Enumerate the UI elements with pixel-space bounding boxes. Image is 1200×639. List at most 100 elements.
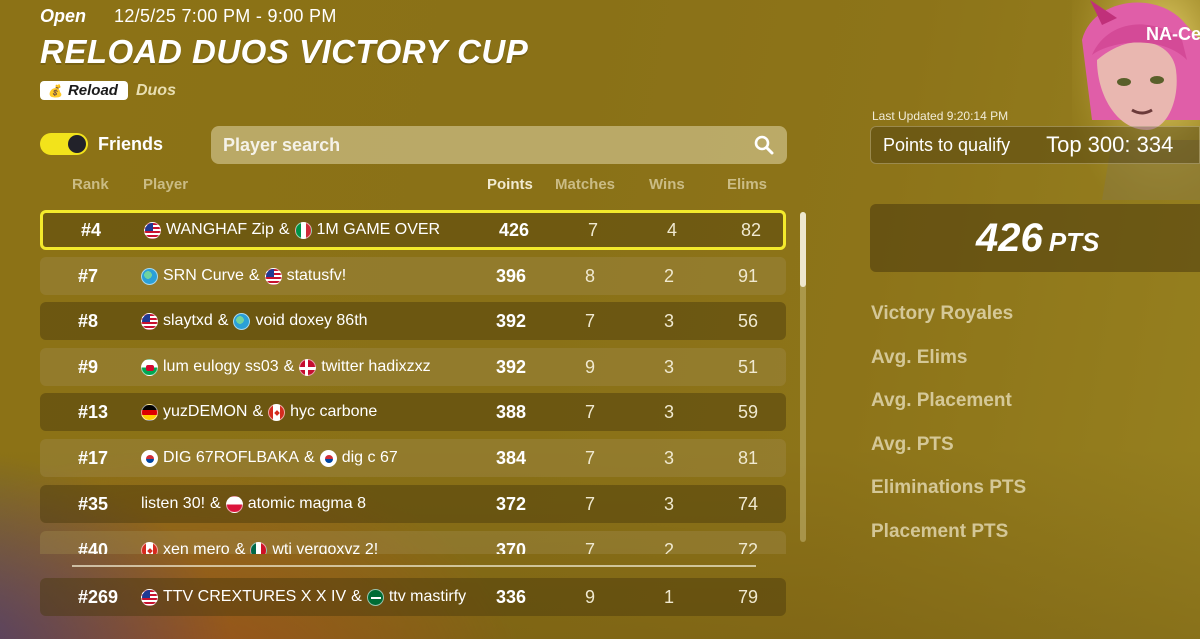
row-points: 370	[495, 539, 527, 555]
team-joiner: &	[234, 541, 246, 554]
scrollbar-thumb[interactable]	[800, 212, 806, 287]
row-points: 392	[495, 310, 527, 331]
table-row[interactable]: #9 lum eulogy ss03 & twitter hadixzxz 39…	[40, 348, 786, 386]
flag-de-icon	[141, 403, 158, 421]
row-rank: #9	[78, 356, 99, 377]
team-joiner: &	[248, 267, 260, 284]
row-rank: #35	[78, 493, 109, 514]
search-icon[interactable]	[753, 134, 775, 156]
table-row[interactable]: #8 slaytxd & void doxey 86th 392 7 3 56	[40, 302, 786, 340]
row-matches: 7	[584, 310, 595, 331]
row-points: 388	[495, 401, 527, 422]
row-wins: 2	[663, 539, 674, 555]
row-wins: 4	[666, 219, 677, 240]
row-elims: 56	[737, 310, 759, 331]
header-wins[interactable]: Wins	[649, 176, 685, 193]
player-2-name: 1M GAME OVER	[316, 221, 441, 238]
team-joiner: &	[283, 358, 295, 375]
row-matches: 8	[584, 265, 595, 286]
own-team-row[interactable]: #269 TTV CREXTURES X X IV & ttv mastirfy…	[40, 578, 786, 616]
player-2-name: statusfv!	[286, 267, 347, 284]
stat-victory-royales: Victory Royales	[871, 303, 1014, 324]
stat-eliminations-pts: Eliminations PTS	[871, 477, 1027, 499]
table-row[interactable]: #17 DIG 67ROFLBAKA & dig c 67 384 7 3 81	[40, 439, 786, 477]
flag-ca-icon	[141, 541, 158, 554]
row-elims: 79	[737, 586, 759, 607]
row-players: listen 30! & atomic magma 8	[141, 485, 366, 523]
event-datetime: 12/5/25 7:00 PM - 9:00 PM	[114, 6, 337, 26]
table-row[interactable]: #13 yuzDEMON & hyc carbone 388 7 3 59	[40, 393, 786, 431]
leaderboard-scrollbar[interactable]	[800, 212, 806, 542]
last-updated: Last Updated 9:20:14 PM	[872, 109, 1009, 123]
row-players: slaytxd & void doxey 86th	[141, 302, 368, 340]
flag-ca-icon	[268, 403, 286, 421]
row-matches: 9	[584, 356, 595, 377]
header-points[interactable]: Points	[487, 176, 533, 193]
team-joiner: &	[210, 495, 221, 512]
header-player: Player	[143, 176, 189, 193]
player-1-name: WANGHAF Zip	[166, 221, 274, 238]
player-2-name: dig c 67	[341, 449, 398, 466]
player-2-name: void doxey 86th	[255, 312, 368, 329]
flag-mx-icon	[250, 541, 268, 554]
row-elims: 59	[737, 401, 759, 422]
qualify-banner: Points to qualify Top 300: 334	[870, 126, 1200, 164]
event-meta: Open 12/5/25 7:00 PM - 9:00 PM	[40, 6, 528, 27]
player-1-name: DIG 67ROFLBAKA	[163, 449, 300, 466]
stat-avg-pts: Avg. PTS	[871, 433, 954, 455]
row-rank: #8	[78, 310, 99, 331]
friends-filter[interactable]: Friends	[40, 133, 163, 155]
row-players: xen mero & wti vergoxyz 2!	[141, 531, 378, 554]
leaderboard-list[interactable]: #4 WANGHAF Zip & 1M GAME OVER 426 7 4 82…	[40, 210, 786, 554]
header-elims[interactable]: Elims	[727, 176, 767, 193]
row-players: TTV CREXTURES X X IV & ttv mastirfy	[141, 578, 466, 616]
flag-pl-icon	[225, 495, 243, 513]
search-input[interactable]	[223, 134, 753, 156]
flag-us-icon	[141, 312, 158, 330]
stat-placement-pts: Placement PTS	[871, 520, 1009, 542]
table-row[interactable]: #7 SRN Curve & statusfv! 396 8 2 91	[40, 257, 786, 295]
row-wins: 3	[663, 356, 674, 377]
row-rank: #40	[78, 539, 109, 555]
event-header: Open 12/5/25 7:00 PM - 9:00 PM RELOAD DU…	[40, 6, 528, 100]
header-matches[interactable]: Matches	[555, 176, 615, 193]
stat-avg-elims: Avg. Elims	[871, 346, 968, 368]
row-players: DIG 67ROFLBAKA & dig c 67	[141, 439, 398, 477]
flag-it-icon	[294, 221, 312, 239]
player-1-name: SRN Curve	[163, 267, 244, 284]
team-joiner: &	[351, 588, 362, 605]
player-1-name: listen 30!	[141, 495, 206, 512]
table-row[interactable]: #4 WANGHAF Zip & 1M GAME OVER 426 7 4 82	[40, 210, 786, 250]
player-2-name: atomic magma 8	[247, 495, 366, 512]
points-summary: 426 PTS	[870, 204, 1200, 272]
divider	[72, 565, 756, 567]
table-row[interactable]: #35 listen 30! & atomic magma 8 372 7 3 …	[40, 485, 786, 523]
row-points: 396	[495, 265, 527, 286]
player-1-name: slaytxd	[163, 312, 213, 329]
qualify-value: Top 300: 334	[1046, 132, 1174, 157]
table-row[interactable]: #40 xen mero & wti vergoxyz 2! 370 7 2 7…	[40, 531, 786, 554]
row-points: 384	[495, 447, 527, 468]
flag-us-icon	[264, 267, 282, 285]
row-matches: 7	[584, 493, 595, 514]
row-wins: 3	[663, 401, 674, 422]
money-bag-icon: 💰	[48, 83, 63, 98]
row-elims: 74	[737, 493, 759, 514]
player-1-name: xen mero	[163, 541, 230, 554]
team-joiner: &	[278, 221, 290, 238]
row-elims: 91	[737, 265, 759, 286]
team-joiner: &	[304, 449, 315, 466]
row-elims: 51	[737, 356, 759, 377]
player-search[interactable]	[211, 126, 787, 164]
globe-icon	[233, 312, 251, 330]
row-matches: 9	[584, 586, 595, 607]
row-rank: #13	[78, 401, 109, 422]
row-elims: 82	[740, 219, 762, 240]
flag-kr-icon	[141, 449, 158, 467]
mode-tag-reload: 💰 Reload	[40, 81, 128, 100]
row-points: 336	[495, 586, 527, 607]
row-points: 372	[495, 493, 527, 514]
friends-toggle[interactable]	[40, 133, 88, 155]
row-rank: #7	[78, 265, 99, 286]
row-matches: 7	[584, 447, 595, 468]
